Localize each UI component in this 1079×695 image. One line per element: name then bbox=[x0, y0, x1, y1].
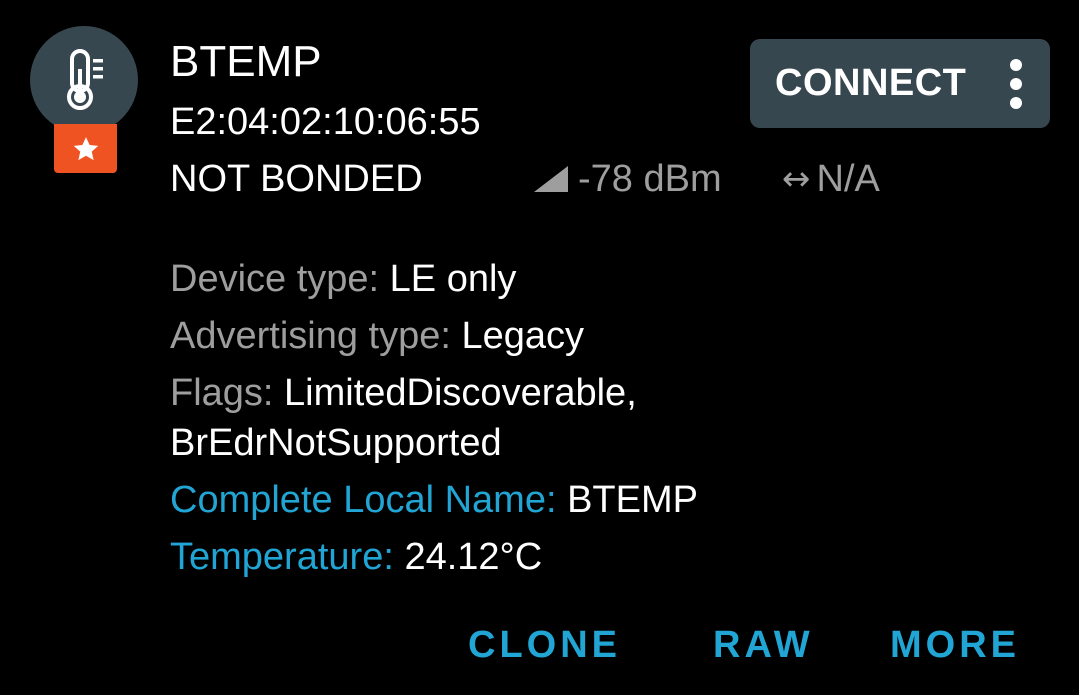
rssi-indicator: -78 dBm bbox=[532, 155, 722, 203]
flags-value-line2: BrEdrNotSupported bbox=[170, 422, 502, 464]
advertising-interval: ↔ N/A bbox=[782, 155, 880, 203]
raw-button[interactable]: RAW bbox=[713, 615, 814, 675]
detail-advertising-type: Advertising type: Legacy bbox=[170, 311, 1050, 361]
complete-local-name-label: Complete Local Name: bbox=[170, 479, 568, 521]
advertising-type-value: Legacy bbox=[461, 315, 585, 357]
detail-complete-local-name: Complete Local Name: BTEMP bbox=[170, 475, 1050, 525]
clone-button[interactable]: CLONE bbox=[468, 615, 621, 675]
device-address: E2:04:02:10:06:55 bbox=[170, 101, 481, 143]
interval-value: N/A bbox=[816, 157, 880, 200]
thermometer-icon bbox=[67, 49, 103, 110]
advertising-type-label: Advertising type: bbox=[170, 315, 462, 357]
temperature-value: 24.12°C bbox=[404, 536, 543, 578]
signal-strength-icon bbox=[534, 166, 568, 192]
connect-button-label: CONNECT bbox=[775, 62, 967, 104]
rssi-value: -78 dBm bbox=[578, 157, 722, 200]
device-name: BTEMP bbox=[170, 37, 322, 86]
device-type-value: LE only bbox=[389, 258, 517, 300]
temperature-label: Temperature: bbox=[170, 536, 405, 578]
favorite-badge[interactable] bbox=[54, 124, 117, 173]
device-avatar bbox=[30, 26, 138, 134]
detail-temperature: Temperature: 24.12°C bbox=[170, 532, 1050, 582]
bond-state: NOT BONDED bbox=[170, 158, 423, 200]
detail-device-type: Device type: LE only bbox=[170, 254, 1050, 304]
complete-local-name-value: BTEMP bbox=[567, 479, 698, 521]
advertising-details: Device type: LE only Advertising type: L… bbox=[170, 254, 1050, 589]
more-button[interactable]: MORE bbox=[890, 615, 1020, 675]
detail-flags: Flags: LimitedDiscoverable, BrEdrNotSupp… bbox=[170, 368, 1050, 468]
more-vert-icon[interactable] bbox=[1006, 59, 1026, 109]
device-type-label: Device type: bbox=[170, 258, 390, 300]
flags-label: Flags: bbox=[170, 372, 285, 414]
star-icon bbox=[73, 136, 98, 160]
flags-value-line1: LimitedDiscoverable, bbox=[284, 372, 637, 414]
connect-button[interactable]: CONNECT bbox=[750, 39, 1050, 128]
left-right-arrow-icon: ↔ bbox=[782, 159, 811, 199]
